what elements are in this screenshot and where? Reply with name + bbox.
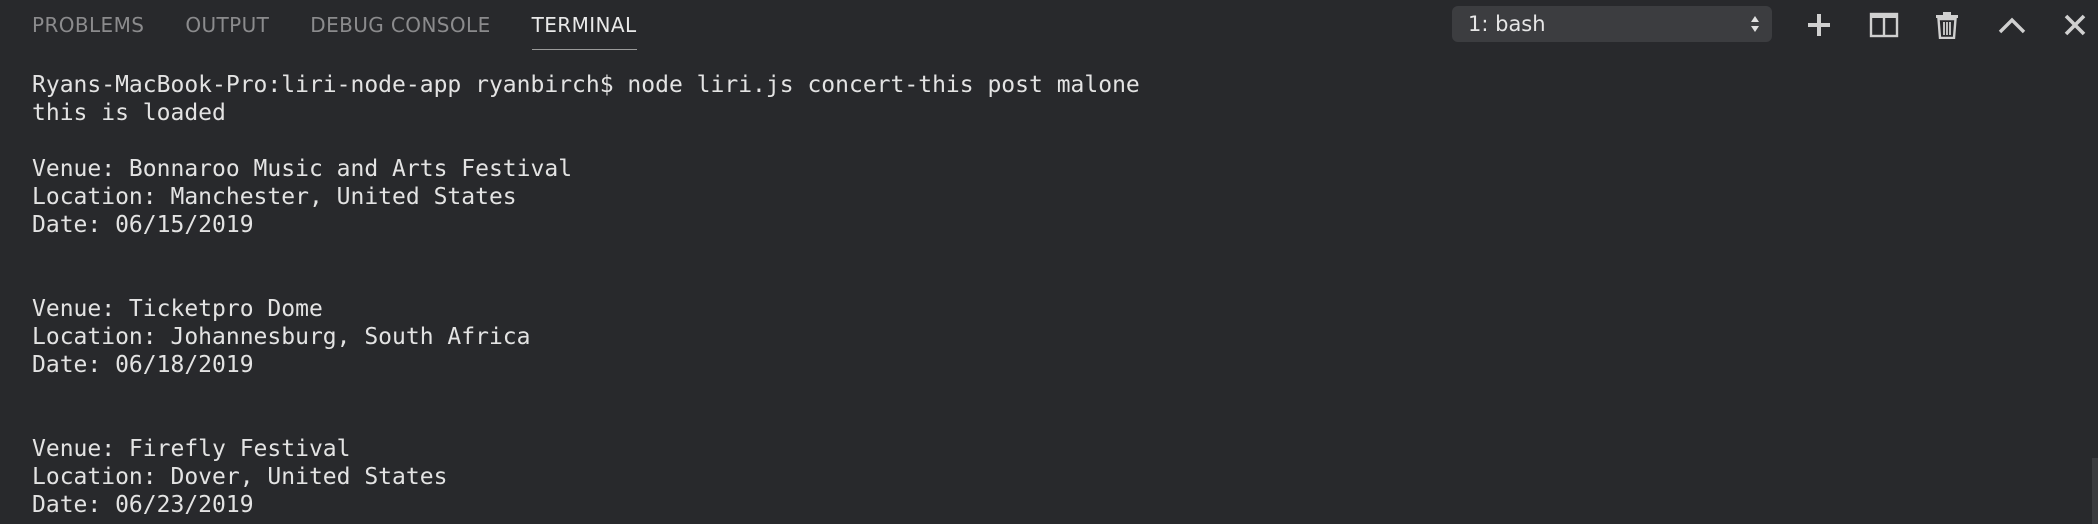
terminal-line: Date: 06/23/2019 <box>32 492 254 518</box>
select-arrows-icon <box>1751 16 1759 32</box>
terminal-line: Location: Manchester, United States <box>32 184 517 210</box>
maximize-panel-button[interactable] <box>1992 0 2032 50</box>
terminal-line: Location: Johannesburg, South Africa <box>32 324 531 350</box>
chevron-up-icon <box>1998 17 2026 34</box>
tab-terminal[interactable]: TERMINAL <box>531 0 637 50</box>
terminal-output[interactable]: Ryans-MacBook-Pro:liri-node-app ryanbirc… <box>32 71 1140 519</box>
close-panel-button[interactable] <box>2055 0 2095 50</box>
terminal-select[interactable]: 1: bash <box>1452 6 1772 42</box>
split-icon <box>1869 12 1899 38</box>
terminal-line: Location: Dover, United States <box>32 464 448 490</box>
close-icon <box>2064 14 2086 36</box>
plus-icon <box>1808 14 1830 36</box>
terminal-line: Ryans-MacBook-Pro:liri-node-app ryanbirc… <box>32 72 1140 98</box>
terminal-line: Date: 06/15/2019 <box>32 212 254 238</box>
panel-header: PROBLEMS OUTPUT DEBUG CONSOLE TERMINAL 1… <box>0 0 2098 50</box>
panel-tabs: PROBLEMS OUTPUT DEBUG CONSOLE TERMINAL <box>32 0 678 50</box>
tab-output[interactable]: OUTPUT <box>185 0 269 50</box>
tab-debug-console[interactable]: DEBUG CONSOLE <box>310 0 490 50</box>
trash-icon <box>1936 12 1958 39</box>
terminal-line: Venue: Ticketpro Dome <box>32 296 323 322</box>
new-terminal-button[interactable] <box>1799 0 1839 50</box>
kill-terminal-button[interactable] <box>1927 0 1967 50</box>
split-terminal-button[interactable] <box>1864 0 1904 50</box>
terminal-line: this is loaded <box>32 100 226 126</box>
terminal-line: Venue: Bonnaroo Music and Arts Festival <box>32 156 573 182</box>
terminal-line: Venue: Firefly Festival <box>32 436 351 462</box>
terminal-select-value: 1: bash <box>1468 12 1546 36</box>
terminal-scrollbar[interactable] <box>2092 458 2098 524</box>
tab-problems[interactable]: PROBLEMS <box>32 0 144 50</box>
terminal-line: Date: 06/18/2019 <box>32 352 254 378</box>
